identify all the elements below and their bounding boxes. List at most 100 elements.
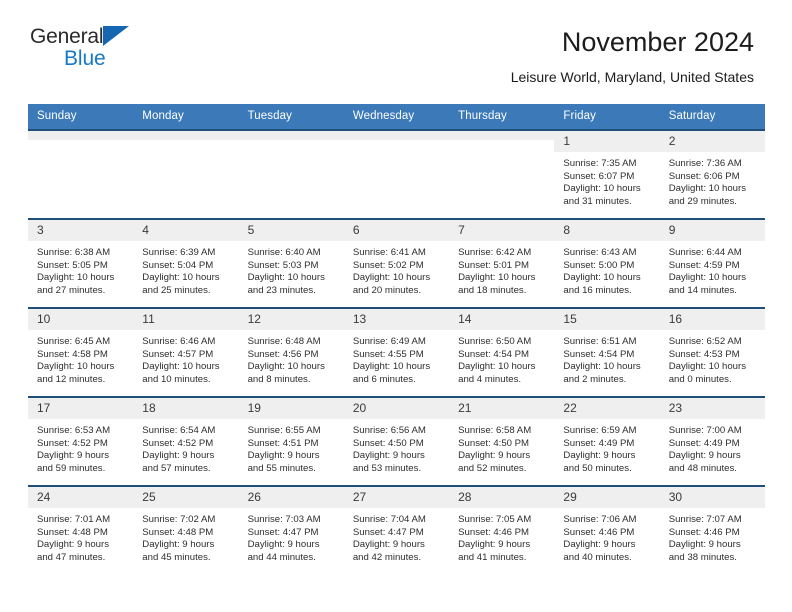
calendar-day-cell[interactable]: 19 Sunrise: 6:55 AM Sunset: 4:51 PM Dayligh…	[238, 396, 344, 486]
day-number: 3	[28, 220, 134, 241]
sunrise-time: Sunrise: 6:53 AM	[37, 425, 111, 436]
sunset-time: Sunset: 4:46 PM	[563, 526, 635, 538]
calendar-day-cell-empty	[343, 129, 450, 219]
sunset-time: Sunset: 4:52 PM	[142, 437, 214, 449]
daylight-duration-line2: and 6 minutes.	[352, 373, 416, 385]
sunrise-time: Sunrise: 7:02 AM	[142, 514, 216, 525]
sunset-time: Sunset: 4:51 PM	[247, 437, 319, 449]
day-details: Sunrise: 6:55 AM Sunset: 4:51 PM Daylight:…	[239, 419, 344, 475]
calendar-day-cell[interactable]: 23 Sunrise: 7:00 AM Sunset: 4:49 PM Dayligh…	[659, 396, 765, 486]
calendar-day-cell[interactable]: 5 Sunrise: 6:40 AM Sunset: 5:03 PM Daylight…	[238, 218, 344, 308]
sunrise-time: Sunrise: 6:59 AM	[563, 425, 637, 436]
calendar-day-cell[interactable]: 9 Sunrise: 6:44 AM Sunset: 4:59 PM Daylight…	[659, 218, 765, 308]
day-number: 30	[659, 487, 765, 508]
day-number: 14	[449, 309, 555, 330]
calendar-day-cell[interactable]: 20 Sunrise: 6:56 AM Sunset: 4:50 PM Dayligh…	[343, 396, 450, 486]
calendar-week-row: 24 Sunrise: 7:01 AM Sunset: 4:48 PM Dayligh…	[28, 485, 765, 574]
daylight-duration-line1: Daylight: 10 hours	[668, 361, 747, 373]
general-blue-logo[interactable]: General Blue	[30, 26, 170, 76]
logo-text-general: General	[30, 25, 104, 48]
calendar-day-cell[interactable]: 26 Sunrise: 7:03 AM Sunset: 4:47 PM Dayligh…	[238, 485, 344, 574]
daylight-duration-line2: and 4 minutes.	[458, 373, 522, 385]
daylight-duration-line2: and 31 minutes.	[563, 195, 632, 207]
calendar-day-cell[interactable]: 29 Sunrise: 7:06 AM Sunset: 4:46 PM Dayligh…	[554, 485, 660, 574]
sunrise-time: Sunrise: 6:55 AM	[247, 425, 321, 436]
calendar-day-cell[interactable]: 28 Sunrise: 7:05 AM Sunset: 4:46 PM Dayligh…	[449, 485, 555, 574]
day-details: Sunrise: 6:52 AM Sunset: 4:53 PM Daylight:…	[660, 330, 765, 386]
calendar-body: 1 Sunrise: 7:35 AM Sunset: 6:07 PM Daylight…	[28, 129, 765, 574]
daylight-duration-line2: and 18 minutes.	[458, 284, 527, 296]
calendar-day-cell[interactable]: 30 Sunrise: 7:07 AM Sunset: 4:46 PM Dayligh…	[659, 485, 765, 574]
calendar-day-cell[interactable]: 3 Sunrise: 6:38 AM Sunset: 5:05 PM Daylight…	[28, 218, 134, 308]
sunrise-time: Sunrise: 6:46 AM	[142, 336, 216, 347]
sunset-time: Sunset: 6:06 PM	[668, 170, 740, 182]
calendar-day-cell[interactable]: 27 Sunrise: 7:04 AM Sunset: 4:47 PM Dayligh…	[343, 485, 450, 574]
day-number: 8	[554, 220, 660, 241]
calendar-day-cell[interactable]: 17 Sunrise: 6:53 AM Sunset: 4:52 PM Dayligh…	[28, 396, 134, 486]
calendar-day-cell[interactable]: 10 Sunrise: 6:45 AM Sunset: 4:58 PM Dayligh…	[28, 307, 134, 397]
day-details: Sunrise: 6:59 AM Sunset: 4:49 PM Daylight:…	[554, 419, 659, 475]
day-number: 17	[28, 398, 134, 419]
calendar-day-cell-empty	[449, 129, 555, 219]
sunrise-time: Sunrise: 6:41 AM	[352, 247, 426, 258]
logo-top-row: General	[30, 26, 170, 47]
calendar-day-cell[interactable]: 18 Sunrise: 6:54 AM Sunset: 4:52 PM Dayligh…	[133, 396, 239, 486]
day-number	[238, 131, 344, 140]
weekday-header-tuesday: Tuesday	[238, 104, 344, 130]
day-details: Sunrise: 7:01 AM Sunset: 4:48 PM Daylight:…	[28, 508, 133, 564]
calendar-day-cell[interactable]: 22 Sunrise: 6:59 AM Sunset: 4:49 PM Dayligh…	[554, 396, 660, 486]
daylight-duration-line1: Daylight: 10 hours	[563, 183, 641, 195]
day-details: Sunrise: 6:45 AM Sunset: 4:58 PM Daylight:…	[28, 330, 133, 386]
day-number: 5	[238, 220, 344, 241]
sunrise-time: Sunrise: 6:45 AM	[37, 336, 111, 347]
calendar-day-cell[interactable]: 14 Sunrise: 6:50 AM Sunset: 4:54 PM Dayligh…	[449, 307, 555, 397]
daylight-duration-line2: and 25 minutes.	[142, 284, 211, 296]
day-details: Sunrise: 7:05 AM Sunset: 4:46 PM Daylight:…	[449, 508, 554, 564]
day-details: Sunrise: 6:39 AM Sunset: 5:04 PM Daylight:…	[133, 241, 238, 297]
daylight-duration-line1: Daylight: 10 hours	[668, 272, 747, 284]
sunrise-time: Sunrise: 7:05 AM	[458, 514, 532, 525]
daylight-duration-line2: and 40 minutes.	[563, 551, 632, 563]
daylight-duration-line1: Daylight: 10 hours	[247, 272, 325, 284]
sunrise-time: Sunrise: 6:42 AM	[458, 247, 532, 258]
calendar-day-cell[interactable]: 6 Sunrise: 6:41 AM Sunset: 5:02 PM Daylight…	[343, 218, 450, 308]
day-number: 29	[554, 487, 660, 508]
calendar-day-cell[interactable]: 4 Sunrise: 6:39 AM Sunset: 5:04 PM Daylight…	[133, 218, 239, 308]
day-details: Sunrise: 7:02 AM Sunset: 4:48 PM Daylight:…	[133, 508, 238, 564]
weekday-header-monday: Monday	[133, 104, 239, 130]
sunrise-time: Sunrise: 6:49 AM	[352, 336, 426, 347]
day-number: 11	[133, 309, 239, 330]
calendar-day-cell[interactable]: 16 Sunrise: 6:52 AM Sunset: 4:53 PM Dayligh…	[659, 307, 765, 397]
day-number	[133, 131, 239, 140]
day-details: Sunrise: 7:35 AM Sunset: 6:07 PM Daylight:…	[554, 152, 659, 208]
daylight-duration-line2: and 47 minutes.	[37, 551, 106, 563]
daylight-duration-line1: Daylight: 10 hours	[247, 361, 325, 373]
day-details: Sunrise: 6:43 AM Sunset: 5:00 PM Daylight:…	[554, 241, 659, 297]
calendar-day-cell[interactable]: 1 Sunrise: 7:35 AM Sunset: 6:07 PM Daylight…	[554, 129, 660, 219]
calendar-day-cell[interactable]: 7 Sunrise: 6:42 AM Sunset: 5:01 PM Daylight…	[449, 218, 555, 308]
sunset-time: Sunset: 4:46 PM	[668, 526, 740, 538]
calendar-day-cell[interactable]: 11 Sunrise: 6:46 AM Sunset: 4:57 PM Dayligh…	[133, 307, 239, 397]
calendar-day-cell[interactable]: 8 Sunrise: 6:43 AM Sunset: 5:00 PM Daylight…	[554, 218, 660, 308]
day-number: 12	[238, 309, 344, 330]
daylight-duration-line1: Daylight: 10 hours	[458, 272, 536, 284]
calendar-week-row: 17 Sunrise: 6:53 AM Sunset: 4:52 PM Dayligh…	[28, 396, 765, 486]
day-details: Sunrise: 6:48 AM Sunset: 4:56 PM Daylight:…	[239, 330, 344, 386]
sunrise-time: Sunrise: 7:36 AM	[668, 158, 742, 169]
sunrise-time: Sunrise: 6:48 AM	[247, 336, 321, 347]
calendar-day-cell[interactable]: 15 Sunrise: 6:51 AM Sunset: 4:54 PM Dayligh…	[554, 307, 660, 397]
day-number: 16	[659, 309, 765, 330]
sunset-time: Sunset: 4:46 PM	[458, 526, 530, 538]
daylight-duration-line2: and 48 minutes.	[668, 462, 737, 474]
calendar-day-cell[interactable]: 25 Sunrise: 7:02 AM Sunset: 4:48 PM Dayligh…	[133, 485, 239, 574]
calendar-day-cell[interactable]: 12 Sunrise: 6:48 AM Sunset: 4:56 PM Dayligh…	[238, 307, 344, 397]
calendar-day-cell[interactable]: 13 Sunrise: 6:49 AM Sunset: 4:55 PM Dayligh…	[343, 307, 450, 397]
weekday-header-thursday: Thursday	[449, 104, 555, 130]
calendar-day-cell[interactable]: 21 Sunrise: 6:58 AM Sunset: 4:50 PM Dayligh…	[449, 396, 555, 486]
sunrise-time: Sunrise: 6:58 AM	[458, 425, 532, 436]
sunrise-time: Sunrise: 6:50 AM	[458, 336, 532, 347]
day-details: Sunrise: 6:46 AM Sunset: 4:57 PM Daylight:…	[133, 330, 238, 386]
daylight-duration-line1: Daylight: 9 hours	[247, 539, 320, 551]
calendar-day-cell[interactable]: 2 Sunrise: 7:36 AM Sunset: 6:06 PM Daylight…	[659, 129, 765, 219]
calendar-day-cell[interactable]: 24 Sunrise: 7:01 AM Sunset: 4:48 PM Dayligh…	[28, 485, 134, 574]
